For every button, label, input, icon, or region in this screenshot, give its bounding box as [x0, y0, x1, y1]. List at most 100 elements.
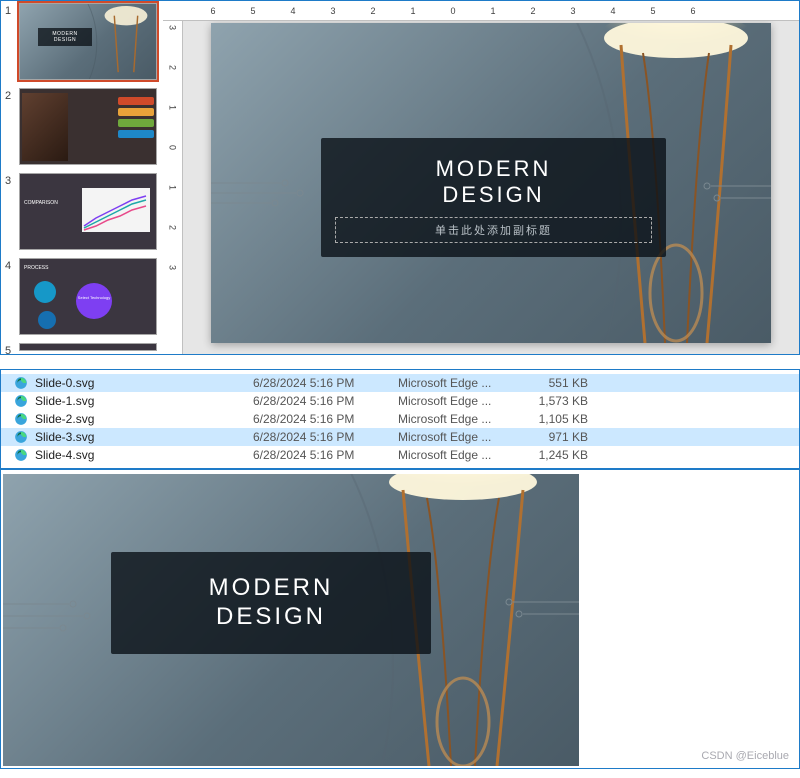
ruler-tick: 6 [193, 6, 233, 16]
thumbnail-row: 5 [1, 341, 163, 354]
circle-icon [38, 311, 56, 329]
edge-file-icon [13, 429, 29, 445]
thumb3-chart [82, 188, 150, 232]
edge-file-icon [13, 393, 29, 409]
edge-file-icon [13, 447, 29, 463]
ruler-tick: 1 [473, 6, 513, 16]
file-type: Microsoft Edge ... [398, 412, 528, 426]
slide-thumbnail-2[interactable] [19, 88, 157, 165]
ruler-tick: 2 [513, 6, 553, 16]
file-name: Slide-4.svg [35, 448, 253, 462]
ruler-tick: 2 [168, 65, 178, 105]
ruler-tick: 2 [353, 6, 393, 16]
preview-title-l1: MODERN [111, 574, 431, 603]
powerpoint-editor-panel: 1 MODERN DESIGN 2 [0, 0, 800, 355]
ruler-tick: 4 [593, 6, 633, 16]
file-size: 551 KB [528, 376, 588, 390]
watermark-text: CSDN @Eiceblue [701, 750, 789, 762]
thumb-number: 3 [5, 173, 15, 250]
slide-thumbnail-5[interactable] [19, 343, 157, 351]
file-date: 6/28/2024 5:16 PM [253, 448, 398, 462]
vertical-ruler[interactable]: 3 2 1 0 1 2 3 [163, 21, 183, 354]
thumb-number: 4 [5, 258, 15, 335]
slide-thumbnail-3[interactable]: COMPARISON [19, 173, 157, 250]
thumb2-image [22, 93, 68, 161]
file-size: 1,573 KB [528, 394, 588, 408]
title-placeholder[interactable]: MODERN DESIGN 单击此处添加副标题 [321, 138, 666, 257]
file-row[interactable]: Slide-0.svg6/28/2024 5:16 PMMicrosoft Ed… [1, 374, 799, 392]
thumbnail-row: 1 MODERN DESIGN [1, 1, 163, 86]
slide-thumbnail-1[interactable]: MODERN DESIGN [19, 3, 157, 80]
ruler-tick: 1 [168, 185, 178, 225]
ruler-tick: 3 [168, 25, 178, 65]
ruler-tick: 5 [633, 6, 673, 16]
ruler-tick: 0 [433, 6, 473, 16]
file-row[interactable]: Slide-2.svg6/28/2024 5:16 PMMicrosoft Ed… [1, 410, 799, 428]
file-row[interactable]: Slide-1.svg6/28/2024 5:16 PMMicrosoft Ed… [1, 392, 799, 410]
file-name: Slide-0.svg [35, 376, 253, 390]
file-date: 6/28/2024 5:16 PM [253, 394, 398, 408]
ruler-tick: 6 [673, 6, 713, 16]
svg-preview-panel: MODERN DESIGN CSDN @Eiceblue [0, 469, 800, 769]
bar-icon [118, 130, 154, 138]
thumbnail-row: 4 PROCESS Select Technology [1, 256, 163, 341]
file-row[interactable]: Slide-4.svg6/28/2024 5:16 PMMicrosoft Ed… [1, 446, 799, 464]
file-type: Microsoft Edge ... [398, 376, 528, 390]
circuit-icon [691, 178, 771, 208]
preview-title-l2: DESIGN [111, 603, 431, 632]
thumbnail-row: 2 [1, 86, 163, 171]
file-date: 6/28/2024 5:16 PM [253, 412, 398, 426]
file-size: 1,245 KB [528, 448, 588, 462]
file-row[interactable]: Slide-3.svg6/28/2024 5:16 PMMicrosoft Ed… [1, 428, 799, 446]
subtitle-hint: 单击此处添加副标题 [336, 222, 651, 238]
bar-icon [118, 119, 154, 127]
file-type: Microsoft Edge ... [398, 448, 528, 462]
thumb4-label: PROCESS [24, 265, 48, 271]
thumb2-bars [118, 97, 154, 138]
subtitle-placeholder[interactable]: 单击此处添加副标题 [335, 217, 652, 243]
file-type: Microsoft Edge ... [398, 430, 528, 444]
file-name: Slide-3.svg [35, 430, 253, 444]
file-type: Microsoft Edge ... [398, 394, 528, 408]
circuit-icon [211, 173, 321, 213]
thumb-title-l2: DESIGN [54, 37, 76, 43]
bar-icon [118, 108, 154, 116]
title-line1: MODERN [321, 156, 666, 182]
thumb-title-box: MODERN DESIGN [38, 28, 92, 46]
ruler-tick: 2 [168, 225, 178, 265]
thumbnail-row: 3 COMPARISON [1, 171, 163, 256]
file-date: 6/28/2024 5:16 PM [253, 430, 398, 444]
horizontal-ruler[interactable]: 6 5 4 3 2 1 0 1 2 3 4 5 6 [163, 1, 799, 21]
file-size: 1,105 KB [528, 412, 588, 426]
file-name: Slide-1.svg [35, 394, 253, 408]
ruler-tick: 3 [553, 6, 593, 16]
bar-icon [118, 97, 154, 105]
circle-icon [34, 281, 56, 303]
thumb-number: 5 [5, 343, 15, 354]
thumb-number: 2 [5, 88, 15, 165]
file-name: Slide-2.svg [35, 412, 253, 426]
file-size: 971 KB [528, 430, 588, 444]
preview-title-box: MODERN DESIGN [111, 552, 431, 654]
edge-file-icon [13, 411, 29, 427]
slide-canvas[interactable]: MODERN DESIGN 单击此处添加副标题 [211, 23, 771, 343]
slide-thumbnails-pane: 1 MODERN DESIGN 2 [1, 1, 163, 354]
file-explorer-panel: Slide-0.svg6/28/2024 5:16 PMMicrosoft Ed… [0, 369, 800, 469]
thumb-number: 1 [5, 3, 15, 80]
ruler-tick: 5 [233, 6, 273, 16]
thumb3-label: COMPARISON [24, 200, 58, 206]
slide-canvas-container: MODERN DESIGN 单击此处添加副标题 [183, 21, 799, 354]
edit-area: 6 5 4 3 2 1 0 1 2 3 4 5 6 3 2 1 0 1 2 3 [163, 1, 799, 354]
preview-slide: MODERN DESIGN [3, 474, 579, 766]
circle-label: Select Technology [76, 283, 112, 319]
edge-file-icon [13, 375, 29, 391]
slide-thumbnail-4[interactable]: PROCESS Select Technology [19, 258, 157, 335]
ruler-tick: 3 [168, 265, 178, 305]
ruler-tick: 4 [273, 6, 313, 16]
ruler-tick: 0 [168, 145, 178, 185]
title-line2: DESIGN [321, 182, 666, 208]
main-edit-area: 3 2 1 0 1 2 3 [163, 21, 799, 354]
ruler-tick: 1 [393, 6, 433, 16]
ruler-tick: 1 [168, 105, 178, 145]
file-date: 6/28/2024 5:16 PM [253, 376, 398, 390]
